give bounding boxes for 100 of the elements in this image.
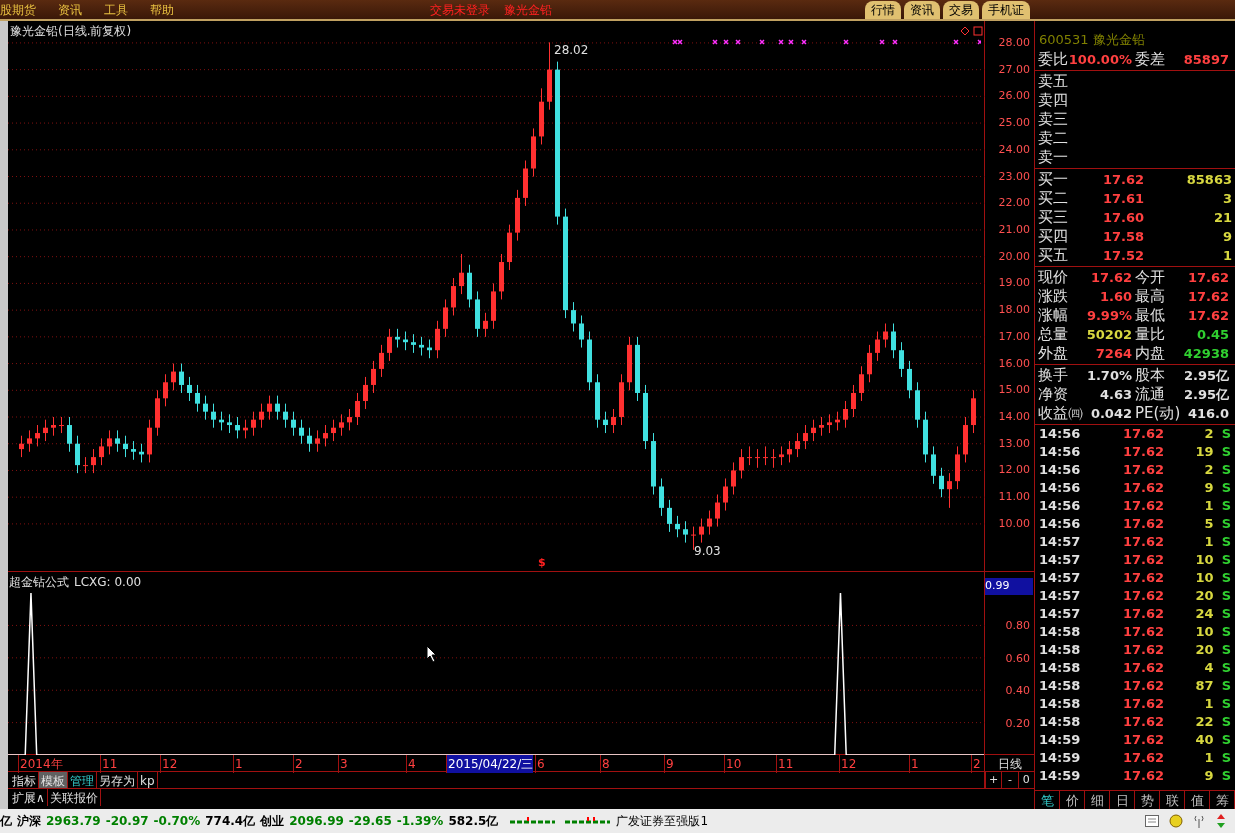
index-text: 创业 (260, 813, 285, 830)
trade-volume: 1 (1204, 749, 1214, 768)
quote-value: 9.99% (1086, 306, 1132, 325)
candlestick (299, 419, 304, 445)
quote-label: 卖四 (1038, 90, 1068, 111)
candlestick (363, 376, 368, 410)
quote-value: 1.70% (1086, 366, 1132, 385)
candlestick (803, 424, 808, 450)
trade-volume: 1 (1204, 533, 1214, 552)
candlestick (35, 424, 40, 447)
trade-price: 17.62 (1121, 551, 1164, 570)
toolbar-tab[interactable]: 管理 (68, 772, 97, 788)
trade-price: 17.62 (1121, 443, 1164, 462)
trade-price: 17.62 (1121, 677, 1164, 696)
market-tab[interactable]: 交易 (943, 0, 979, 19)
candlestick (179, 363, 184, 394)
stock-name: 600531 豫光金铅 (1039, 30, 1145, 49)
index-text: -0.70% (153, 813, 201, 830)
broker-name: 广发证券至强版1 (616, 813, 708, 830)
candlestick (579, 314, 584, 349)
updown-arrows-icon (1215, 814, 1227, 828)
trade-volume: 9 (1204, 767, 1214, 786)
date-label: 2015/04/22/三 (446, 755, 534, 773)
trade-volume: 1 (1204, 497, 1214, 516)
price-tick: 18.00 (998, 302, 1030, 319)
candlestick (891, 322, 896, 359)
zoom-button[interactable]: + (985, 772, 1002, 788)
toolbar-tab[interactable]: 另存为 (97, 772, 138, 788)
menu-item[interactable]: 股期货 (0, 0, 36, 19)
trade-time: 14:56 (1039, 461, 1082, 480)
market-tab[interactable]: 资讯 (904, 0, 940, 19)
trade-time: 14:57 (1039, 587, 1082, 606)
bid-volume: 21 (1213, 208, 1232, 227)
trade-volume: 20 (1195, 641, 1214, 660)
toolbar-tab[interactable]: kp (138, 772, 158, 788)
trade-price: 17.62 (1121, 731, 1164, 750)
cursor-icon (426, 645, 438, 663)
quote-label: 现价 (1038, 267, 1068, 288)
trade-side: S (1221, 551, 1231, 570)
candlestick (115, 429, 120, 453)
candlestick (747, 445, 752, 466)
candlestick (195, 384, 200, 413)
trade-side: S (1221, 623, 1231, 642)
trade-time: 14:56 (1039, 425, 1082, 444)
quote-label: 换手 (1038, 365, 1068, 387)
zoom-button[interactable]: - (1001, 772, 1018, 788)
period-label: 日线 (997, 756, 1022, 771)
candlestick (163, 373, 168, 407)
trade-side: S (1221, 731, 1231, 750)
status-text: 豫光金铅 (504, 1, 552, 19)
candlestick (683, 520, 688, 544)
candlestick (203, 395, 208, 421)
quote-value: 50202 (1086, 325, 1132, 344)
status-text: 交易未登录 (430, 1, 490, 19)
signal-marker: $ (538, 555, 546, 571)
trade-price: 17.62 (1121, 713, 1164, 732)
zoom-button[interactable]: 0 (1017, 772, 1034, 788)
candlestick (811, 419, 816, 442)
candlestick (275, 395, 280, 421)
candlestick (451, 277, 456, 316)
bid-price: 17.61 (1101, 189, 1144, 208)
candlestick (323, 424, 328, 447)
indicator-tick: 0.60 (1005, 650, 1030, 667)
sub-tab[interactable]: 扩展∧ (10, 789, 48, 806)
sub-tab[interactable]: 关联报价 (47, 789, 101, 806)
candlestick (667, 499, 672, 533)
quote-label: 买三 (1038, 207, 1069, 229)
trade-volume: 87 (1195, 677, 1214, 696)
index-text: -20.97 (105, 813, 149, 830)
price-tick: 23.00 (998, 168, 1030, 185)
price-tick: 28.00 (998, 34, 1030, 51)
menu-item[interactable]: 资讯 (58, 0, 82, 19)
candlestick (419, 336, 424, 357)
trade-side: S (1221, 515, 1231, 534)
trade-time: 14:59 (1039, 749, 1082, 768)
trade-volume: 10 (1195, 569, 1214, 588)
quote-label: 买五 (1038, 245, 1069, 267)
trade-volume: 40 (1195, 731, 1214, 750)
candlestick (723, 477, 728, 512)
trade-volume: 10 (1195, 623, 1214, 642)
trade-price: 17.62 (1121, 659, 1164, 678)
quote-value: 7264 (1095, 344, 1132, 363)
price-tick: 13.00 (998, 435, 1030, 452)
series-name: LCXG (74, 574, 107, 591)
trade-side: S (1221, 497, 1231, 516)
index-text: 2096.99 (289, 813, 344, 830)
trade-price: 17.62 (1121, 641, 1164, 660)
candlestick (755, 448, 760, 469)
quote-value: 0.45 (1196, 325, 1229, 344)
market-tab[interactable]: 手机证 (982, 0, 1030, 19)
menu-item[interactable]: 工具 (104, 0, 128, 19)
candlestick (707, 510, 712, 536)
toolbar-tab[interactable]: 模板 (39, 772, 68, 788)
candlestick (787, 440, 792, 463)
candlestick (107, 429, 112, 455)
trade-side: S (1221, 461, 1231, 480)
market-tab[interactable]: 行情 (865, 0, 901, 19)
candlestick (883, 322, 888, 349)
candlestick (867, 344, 872, 383)
menu-item[interactable]: 帮助 (150, 0, 174, 19)
